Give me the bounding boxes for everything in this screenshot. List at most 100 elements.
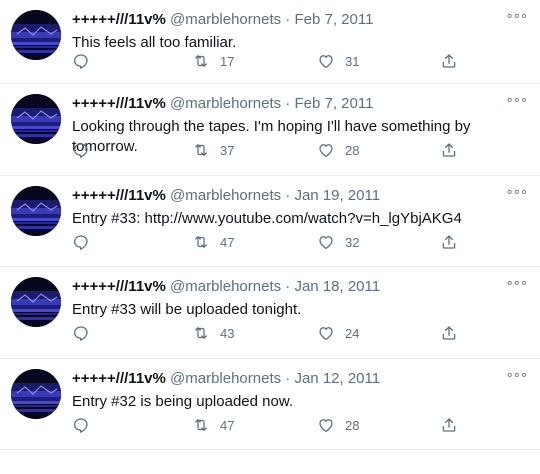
- user-handle[interactable]: @marblehornets: [170, 278, 281, 295]
- tweet-date[interactable]: Jan 12, 2011: [294, 370, 380, 387]
- like-button[interactable]: 31: [317, 52, 359, 70]
- share-button[interactable]: [440, 141, 458, 159]
- display-name[interactable]: +++++///11v%: [72, 95, 166, 112]
- display-name[interactable]: +++++///11v%: [72, 370, 166, 387]
- tweet-actions: 43 24: [72, 324, 456, 346]
- retweet-button[interactable]: 47: [192, 416, 234, 434]
- tweet-header: +++++///11v% @marblehornets · Jan 19, 20…: [72, 186, 380, 206]
- share-icon: [442, 418, 456, 432]
- tweet-text: This feels all too familiar.: [72, 34, 237, 51]
- heart-icon: [319, 419, 333, 433]
- heart-icon: [319, 144, 333, 158]
- retweet-button[interactable]: 47: [192, 233, 234, 251]
- share-icon: [442, 235, 456, 249]
- tweet[interactable]: +++++///11v% @marblehornets · Jan 18, 20…: [0, 267, 540, 359]
- tweet-feed: +++++///11v% @marblehornets · Feb 7, 201…: [0, 0, 540, 450]
- tweet-header: +++++///11v% @marblehornets · Feb 7, 201…: [72, 94, 373, 114]
- retweet-count: 17: [220, 53, 235, 69]
- heart-icon: [319, 327, 333, 341]
- display-name[interactable]: +++++///11v%: [72, 278, 166, 295]
- retweet-count: 43: [220, 325, 235, 341]
- reply-button[interactable]: [72, 52, 90, 70]
- like-count: 28: [345, 417, 360, 433]
- retweet-count: 47: [220, 234, 235, 250]
- avatar[interactable]: [11, 185, 61, 236]
- share-button[interactable]: [440, 233, 458, 251]
- tweet-header: +++++///11v% @marblehornets · Jan 18, 20…: [72, 277, 380, 297]
- retweet-button[interactable]: 43: [192, 324, 234, 342]
- more-options-icon[interactable]: ∘∘∘: [506, 185, 528, 198]
- tweet[interactable]: +++++///11v% @marblehornets · Jan 12, 20…: [0, 359, 540, 450]
- avatar[interactable]: [11, 368, 61, 419]
- tweet-actions: 37 28: [72, 141, 456, 163]
- heart-icon: [319, 236, 333, 250]
- user-handle[interactable]: @marblehornets: [170, 11, 281, 28]
- tweet[interactable]: +++++///11v% @marblehornets · Jan 19, 20…: [0, 176, 540, 267]
- retweet-icon: [195, 327, 207, 339]
- tweet-date[interactable]: Feb 7, 2011: [294, 11, 373, 28]
- tweet-actions: 47 28: [72, 416, 456, 438]
- like-count: 31: [345, 53, 360, 69]
- like-count: 24: [345, 325, 360, 341]
- reply-icon: [73, 143, 88, 158]
- reply-icon: [73, 235, 88, 250]
- heart-icon: [319, 55, 333, 69]
- separator-dot: ·: [285, 186, 291, 204]
- reply-button[interactable]: [72, 233, 90, 251]
- tweet-actions: 47 32: [72, 233, 456, 255]
- avatar[interactable]: [11, 94, 61, 144]
- share-button[interactable]: [440, 416, 458, 434]
- more-options-icon[interactable]: ∘∘∘: [506, 93, 528, 106]
- tweet-header: +++++///11v% @marblehornets · Feb 7, 201…: [72, 10, 373, 30]
- user-handle[interactable]: @marblehornets: [170, 95, 281, 112]
- retweet-icon: [195, 55, 207, 67]
- more-options-icon[interactable]: ∘∘∘: [506, 368, 528, 381]
- user-handle[interactable]: @marblehornets: [170, 370, 281, 387]
- tweet-date[interactable]: Jan 18, 2011: [294, 278, 380, 295]
- retweet-icon: [195, 144, 207, 156]
- display-name[interactable]: +++++///11v%: [72, 187, 166, 204]
- retweet-button[interactable]: 37: [192, 141, 234, 159]
- more-options-icon[interactable]: ∘∘∘: [506, 9, 528, 22]
- retweet-count: 37: [220, 142, 235, 158]
- tweet-date[interactable]: Feb 7, 2011: [294, 95, 373, 112]
- tweet[interactable]: +++++///11v% @marblehornets · Feb 7, 201…: [0, 0, 540, 84]
- reply-icon: [73, 418, 88, 433]
- share-button[interactable]: [440, 324, 458, 342]
- tweet-actions: 17 31: [72, 52, 456, 74]
- reply-button[interactable]: [72, 141, 90, 159]
- like-button[interactable]: 32: [317, 233, 359, 251]
- user-handle[interactable]: @marblehornets: [170, 187, 281, 204]
- separator-dot: ·: [285, 278, 291, 295]
- reply-icon: [73, 326, 88, 341]
- more-options-icon[interactable]: ∘∘∘: [506, 276, 528, 289]
- separator-dot: ·: [285, 369, 291, 387]
- retweet-icon: [195, 236, 207, 248]
- tweet-header: +++++///11v% @marblehornets · Jan 12, 20…: [72, 369, 380, 389]
- separator-dot: ·: [285, 11, 291, 28]
- tweet[interactable]: +++++///11v% @marblehornets · Feb 7, 201…: [0, 84, 540, 176]
- avatar[interactable]: [11, 10, 61, 60]
- tweet-text: Entry #33 will be uploaded tonight.: [72, 301, 302, 318]
- retweet-icon: [195, 419, 207, 431]
- like-button[interactable]: 24: [317, 324, 359, 342]
- share-button[interactable]: [440, 52, 458, 70]
- display-name[interactable]: +++++///11v%: [72, 11, 166, 28]
- like-count: 28: [345, 142, 360, 158]
- share-icon: [442, 54, 456, 68]
- reply-icon: [73, 54, 88, 69]
- tweet-text: Entry #32 is being uploaded now.: [72, 392, 293, 410]
- like-button[interactable]: 28: [317, 141, 359, 159]
- tweet-text: Entry #33: http://www.youtube.com/watch?…: [72, 209, 462, 227]
- retweet-count: 47: [220, 417, 235, 433]
- share-icon: [442, 326, 456, 340]
- reply-button[interactable]: [72, 324, 90, 342]
- like-count: 32: [345, 234, 360, 250]
- like-button[interactable]: 28: [317, 416, 359, 434]
- separator-dot: ·: [285, 95, 291, 112]
- tweet-date[interactable]: Jan 19, 2011: [294, 187, 380, 204]
- reply-button[interactable]: [72, 416, 90, 434]
- share-icon: [442, 143, 456, 157]
- avatar[interactable]: [11, 277, 61, 327]
- retweet-button[interactable]: 17: [192, 52, 234, 70]
